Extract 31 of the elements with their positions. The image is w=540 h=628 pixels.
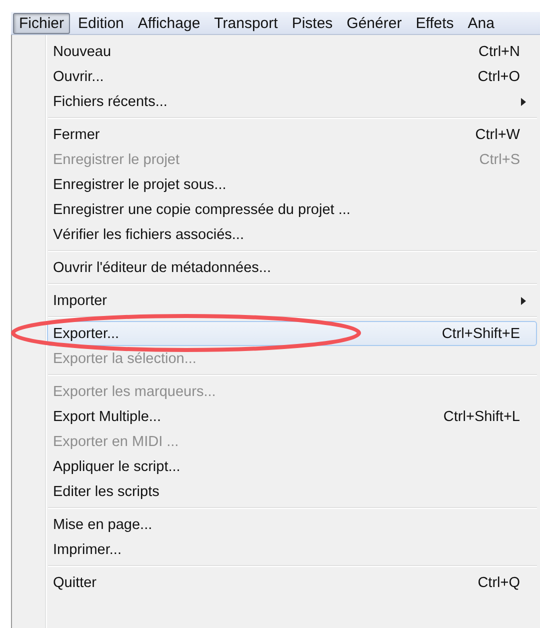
menu-item[interactable]: Enregistrer une copie compressée du projet ... <box>47 197 537 222</box>
menu-bar-item[interactable]: Effets <box>410 12 460 34</box>
menu-bar-item[interactable]: Fichier <box>13 12 70 34</box>
shortcut-label: Ctrl+S <box>479 152 520 168</box>
shortcut-label: Ctrl+Shift+E <box>442 326 520 342</box>
menu-item[interactable]: Ouvrir l'éditeur de métadonnées... <box>47 255 537 280</box>
menu-item[interactable]: Importer <box>47 288 537 313</box>
menu-item[interactable]: Exporter... Ctrl+Shift+E <box>47 321 537 346</box>
shortcut-label: Ctrl+Q <box>478 574 520 590</box>
menu-item[interactable]: Ouvrir... Ctrl+O <box>47 64 537 89</box>
menu-item[interactable]: Mise en page... <box>47 512 537 537</box>
shortcut-label: Ctrl+W <box>475 126 520 142</box>
menu-item[interactable]: Fermer Ctrl+W <box>47 122 537 147</box>
shortcut-label: Ctrl+O <box>478 68 520 84</box>
menu-item[interactable]: Enregistrer le projet sous... <box>47 172 537 197</box>
menu-item[interactable]: Export Multiple... Ctrl+Shift+L <box>47 404 537 429</box>
menu-item[interactable]: Quitter Ctrl+Q <box>47 570 537 595</box>
menu-bar-item[interactable]: Edition <box>72 12 130 34</box>
menu-item[interactable]: Imprimer... <box>47 537 537 562</box>
menu-item[interactable]: Editer les scripts <box>47 479 537 504</box>
menu-bar-item[interactable]: Générer <box>340 12 408 34</box>
shortcut-label: Ctrl+Shift+L <box>443 408 520 424</box>
menu-item[interactable]: Appliquer le script... <box>47 454 537 479</box>
menu-bar-item[interactable]: Affichage <box>132 12 206 34</box>
menu-item[interactable]: Nouveau Ctrl+N <box>47 39 537 64</box>
menu-item[interactable]: Fichiers récents... <box>47 89 537 114</box>
shortcut-label: Ctrl+N <box>478 44 520 60</box>
menu-bar-item[interactable]: Transport <box>208 12 284 34</box>
menu-bar-item[interactable]: Pistes <box>286 12 339 34</box>
menu-bar-item[interactable]: Ana <box>462 12 500 34</box>
menu-item[interactable]: Vérifier les fichiers associés... <box>47 222 537 247</box>
